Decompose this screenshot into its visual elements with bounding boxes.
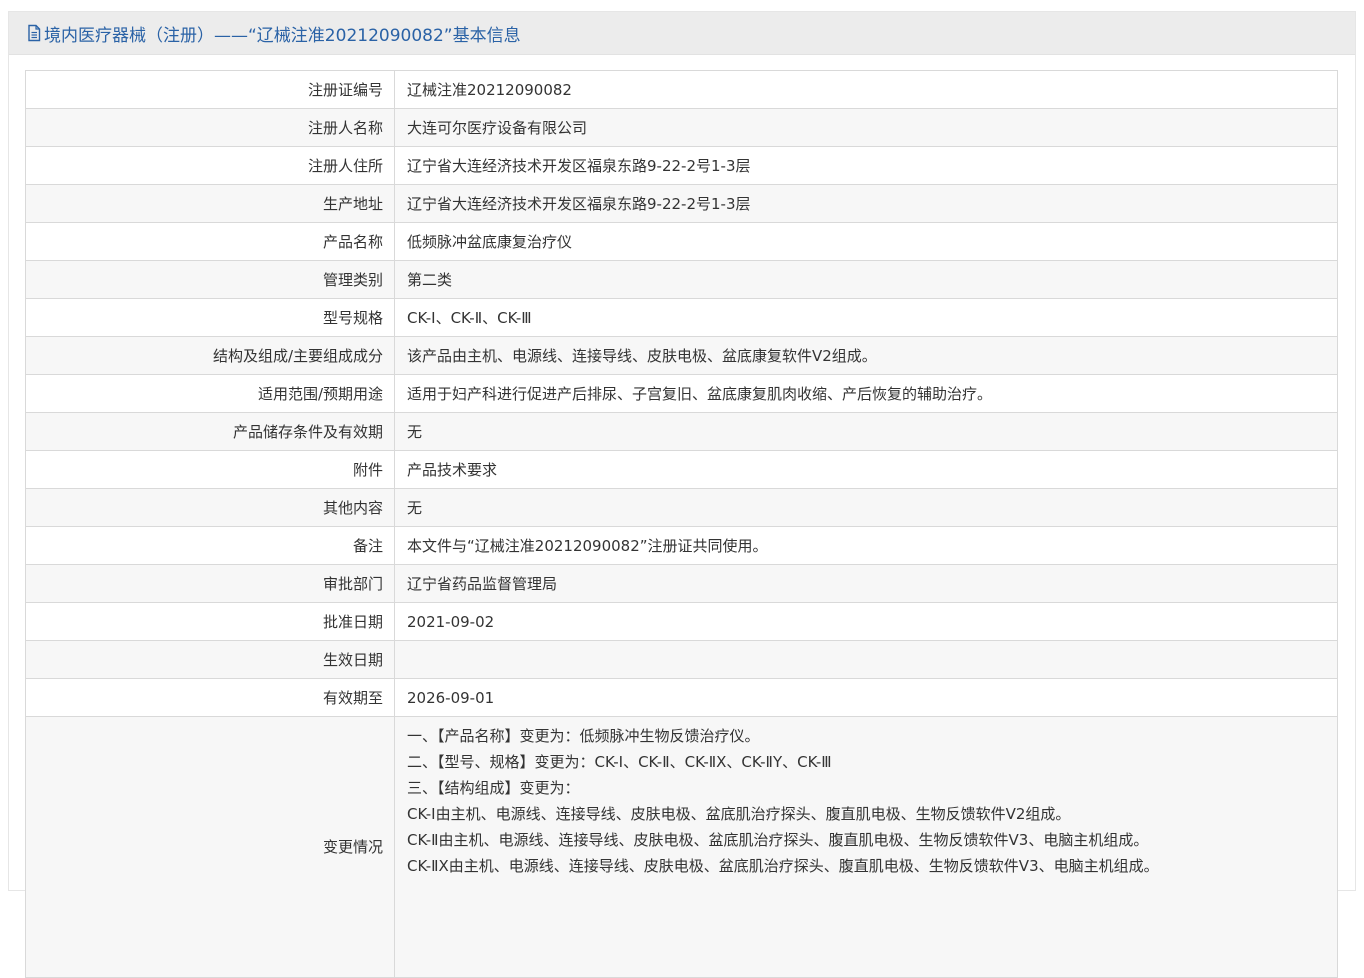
row-label: 结构及组成/主要组成成分: [25, 336, 395, 375]
table-row: 批准日期 2021-09-02: [25, 602, 1338, 641]
row-value: 大连可尔医疗设备有限公司: [394, 108, 1338, 147]
row-label: 审批部门: [25, 564, 395, 603]
table-row: 生效日期: [25, 640, 1338, 679]
table-row: 附件 产品技术要求: [25, 450, 1338, 489]
table-row: 其他内容无: [25, 488, 1338, 527]
table-row: 备注 本文件与“辽械注准20212090082”注册证共同使用。: [25, 526, 1338, 565]
info-table: 注册证编号 辽械注准20212090082 注册人名称 大连可尔医疗设备有限公司 注…: [25, 70, 1338, 978]
table-row: 管理类别 第二类: [25, 260, 1338, 299]
table-row: 型号规格 CK-I、CK-Ⅱ、CK-Ⅲ: [25, 298, 1338, 337]
page-title: 境内医疗器械（注册）——“辽械注准20212090082”基本信息: [44, 25, 521, 46]
row-value: 无: [394, 488, 1338, 527]
row-label: 批准日期: [25, 602, 395, 641]
table-row: 产品储存条件及有效期无: [25, 412, 1338, 451]
row-label: 附件: [25, 450, 395, 489]
row-label: 其他内容: [25, 488, 395, 527]
change-line: CK-Ⅱ由主机、电源线、连接导线、皮肤电极、盆底肌治疗探头、腹直肌电极、生物反馈…: [407, 831, 1149, 849]
table-row: 注册证编号 辽械注准20212090082: [25, 70, 1338, 109]
row-label: 生效日期: [25, 640, 395, 679]
row-value: 第二类: [394, 260, 1338, 299]
changes-value: 一、【产品名称】变更为：低频脉冲生物反馈治疗仪。 二、【型号、规格】变更为：CK…: [394, 716, 1338, 978]
row-value: CK-I、CK-Ⅱ、CK-Ⅲ: [394, 298, 1338, 337]
row-value: 辽宁省大连经济技术开发区福泉东路9-22-2号1-3层: [394, 146, 1338, 185]
table-row: 适用范围/预期用途 适用于妇产科进行促进产后排尿、子宫复旧、盆底康复肌肉收缩、产后…: [25, 374, 1338, 413]
row-value: 产品技术要求: [394, 450, 1338, 489]
table-row: 审批部门 辽宁省药品监督管理局: [25, 564, 1338, 603]
table-row: 产品名称 低频脉冲盆底康复治疗仪: [25, 222, 1338, 261]
row-label: 有效期至: [25, 678, 395, 717]
row-value: 该产品由主机、电源线、连接导线、皮肤电极、盆底康复软件V2组成。: [394, 336, 1338, 375]
row-value: 2026-09-01: [394, 678, 1338, 717]
table-row: 注册人住所 辽宁省大连经济技术开发区福泉东路9-22-2号1-3层: [25, 146, 1338, 185]
row-label: 备注: [25, 526, 395, 565]
row-label: 注册证编号: [25, 70, 395, 109]
row-label: 生产地址: [25, 184, 395, 223]
row-value: 辽宁省药品监督管理局: [394, 564, 1338, 603]
row-value: 适用于妇产科进行促进产后排尿、子宫复旧、盆底康复肌肉收缩、产后恢复的辅助治疗。: [394, 374, 1338, 413]
change-line: CK-I由主机、电源线、连接导线、皮肤电极、盆底肌治疗探头、腹直肌电极、生物反馈…: [407, 805, 1071, 823]
change-line: 一、【产品名称】变更为：低频脉冲生物反馈治疗仪。: [407, 727, 760, 745]
row-label: 型号规格: [25, 298, 395, 337]
row-value: 辽宁省大连经济技术开发区福泉东路9-22-2号1-3层: [394, 184, 1338, 223]
table-row: 生产地址 辽宁省大连经济技术开发区福泉东路9-22-2号1-3层: [25, 184, 1338, 223]
row-label: 产品名称: [25, 222, 395, 261]
row-label: 注册人名称: [25, 108, 395, 147]
change-line: 三、【结构组成】变更为：: [407, 779, 580, 797]
row-value: 无: [394, 412, 1338, 451]
row-label: 注册人住所: [25, 146, 395, 185]
panel-header: 境内医疗器械（注册）——“辽械注准20212090082”基本信息: [9, 12, 1355, 55]
row-label: 变更情况: [25, 716, 395, 978]
document-icon: [28, 24, 41, 42]
device-info-panel: 境内医疗器械（注册）——“辽械注准20212090082”基本信息 注册证编号辽…: [8, 11, 1356, 978]
table-row-changes: 变更情况 一、【产品名称】变更为：低频脉冲生物反馈治疗仪。 二、【型号、规格】变…: [25, 716, 1338, 978]
row-value: [394, 640, 1338, 679]
table-row: 有效期至 2026-09-01: [25, 678, 1338, 717]
row-label: 适用范围/预期用途: [25, 374, 395, 413]
row-value: 本文件与“辽械注准20212090082”注册证共同使用。: [394, 526, 1338, 565]
changes-list: 一、【产品名称】变更为：低频脉冲生物反馈治疗仪。 二、【型号、规格】变更为：CK…: [407, 717, 1337, 879]
change-line: 二、【型号、规格】变更为：CK-Ⅰ、CK-Ⅱ、CK-ⅡX、CK-ⅡY、CK-Ⅲ: [407, 753, 832, 771]
change-line: CK-ⅡX由主机、电源线、连接导线、皮肤电极、盆底肌治疗探头、腹直肌电极、生物反…: [407, 857, 1159, 875]
row-label: 管理类别: [25, 260, 395, 299]
row-value: 低频脉冲盆底康复治疗仪: [394, 222, 1338, 261]
table-row: 注册人名称 大连可尔医疗设备有限公司: [25, 108, 1338, 147]
row-value: 辽械注准20212090082: [394, 70, 1338, 109]
row-label: 产品储存条件及有效期: [25, 412, 395, 451]
row-value: 2021-09-02: [394, 602, 1338, 641]
table-row: 结构及组成/主要组成成分 该产品由主机、电源线、连接导线、皮肤电极、盆底康复软件V…: [25, 336, 1338, 375]
